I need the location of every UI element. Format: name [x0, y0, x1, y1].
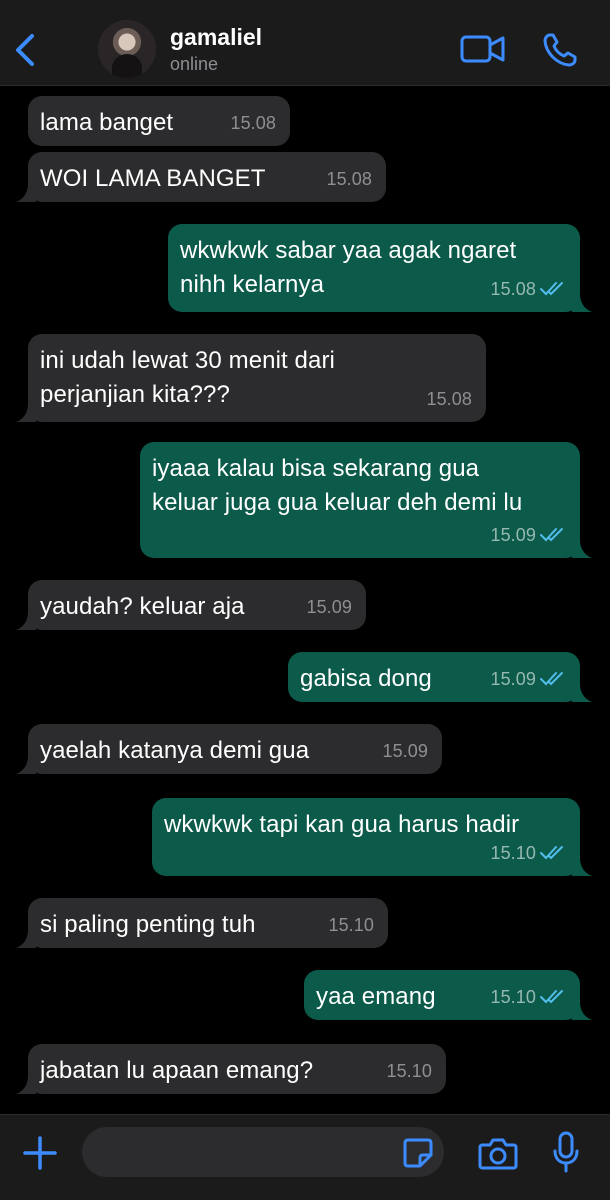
bubble-tail [16, 756, 36, 774]
message-time: 15.09 [306, 597, 352, 617]
message-input[interactable] [82, 1127, 444, 1177]
message-meta: 15.08 [490, 272, 566, 306]
message-meta: 15.10 [386, 1054, 432, 1088]
message-text: perjanjian kita??? [40, 381, 230, 408]
message-text: WOI LAMA BANGET [40, 165, 266, 192]
message-meta: 15.08 [426, 382, 472, 416]
message-time: 15.09 [490, 669, 536, 689]
incoming-message[interactable]: lama banget 15.08 [28, 96, 290, 146]
camera-icon[interactable] [478, 1135, 518, 1171]
contact-name[interactable]: gamaliel [170, 24, 262, 51]
video-call-icon[interactable] [460, 34, 506, 64]
sticker-icon[interactable] [402, 1137, 434, 1169]
bubble-tail [572, 540, 592, 558]
message-meta: 15.10 [328, 908, 374, 942]
bubble-tail [16, 1076, 36, 1094]
outgoing-message[interactable]: wkwkwk sabar yaa agak ngaret nihh kelarny… [168, 224, 592, 312]
outgoing-message[interactable]: gabisa dong 15.09 [288, 652, 592, 702]
message-time: 15.08 [426, 389, 472, 409]
message-meta: 15.08 [326, 162, 372, 196]
incoming-message[interactable]: yaudah? keluar aja 15.09 [16, 580, 366, 630]
double-check-icon [540, 282, 563, 296]
message-time: 15.08 [326, 169, 372, 189]
message-text: ini udah lewat 30 menit dari [40, 347, 335, 374]
message-text: wkwkwk sabar yaa agak ngaret [180, 237, 517, 264]
chevron-left-icon[interactable] [10, 30, 42, 70]
message-meta: 15.10 [490, 980, 566, 1014]
message-time: 15.10 [386, 1061, 432, 1081]
outgoing-message[interactable]: yaa emang 15.10 [304, 970, 592, 1020]
message-text: keluar juga gua keluar deh demi lu [152, 489, 523, 516]
message-time: 15.09 [382, 741, 428, 761]
message-time: 15.10 [490, 843, 536, 863]
incoming-message[interactable]: si paling penting tuh 15.10 [16, 898, 388, 948]
double-check-icon [540, 528, 563, 542]
incoming-message[interactable]: WOI LAMA BANGET 15.08 [16, 152, 386, 202]
message-time: 15.08 [230, 113, 276, 133]
message-text: yaelah katanya demi gua [40, 737, 310, 764]
plus-icon[interactable] [22, 1135, 58, 1171]
message-meta: 15.09 [490, 518, 566, 552]
avatar[interactable] [98, 20, 156, 78]
bubble-tail [572, 858, 592, 876]
outgoing-message[interactable]: iyaaa kalau bisa sekarang gua keluar juga… [140, 442, 592, 558]
composer-bar [0, 1114, 610, 1200]
phone-icon[interactable] [542, 32, 578, 68]
bubble-tail [572, 1002, 592, 1020]
message-text: si paling penting tuh [40, 911, 256, 938]
message-meta: 15.09 [382, 734, 428, 768]
double-check-icon [540, 990, 563, 1004]
outgoing-message[interactable]: wkwkwk tapi kan gua harus hadir 15.10 [152, 798, 592, 876]
incoming-message[interactable]: jabatan lu apaan emang? 15.10 [16, 1044, 446, 1094]
bubble-tail [572, 684, 592, 702]
bubble-tail [16, 930, 36, 948]
message-text: iyaaa kalau bisa sekarang gua [152, 455, 480, 482]
bubble-tail [16, 612, 36, 630]
message-time: 15.08 [490, 279, 536, 299]
message-time: 15.10 [328, 915, 374, 935]
contact-status: online [170, 54, 219, 74]
double-check-icon [540, 672, 563, 686]
chat-header: gamaliel online [0, 0, 610, 86]
double-check-icon [540, 846, 563, 860]
message-text: jabatan lu apaan emang? [40, 1057, 314, 1084]
message-meta: 15.09 [490, 662, 566, 696]
message-time: 15.09 [490, 525, 536, 545]
microphone-icon[interactable] [552, 1131, 580, 1173]
incoming-message[interactable]: yaelah katanya demi gua 15.09 [16, 724, 442, 774]
message-meta: 15.10 [490, 836, 566, 870]
incoming-message[interactable]: ini udah lewat 30 menit dari perjanjian k… [16, 334, 486, 422]
message-meta: 15.09 [306, 590, 352, 624]
bubble-tail [16, 184, 36, 202]
message-meta: 15.08 [230, 106, 276, 140]
message-time: 15.10 [490, 987, 536, 1007]
bubble-tail [572, 294, 592, 312]
bubble-tail [16, 404, 36, 422]
